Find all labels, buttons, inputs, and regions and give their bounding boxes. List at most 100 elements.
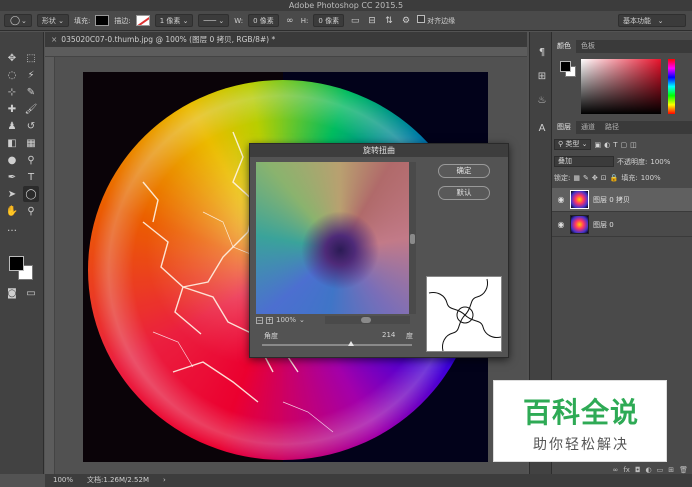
panel-foreground-color[interactable] <box>560 61 571 72</box>
close-icon[interactable]: × <box>51 35 57 44</box>
eraser-icon[interactable]: ◧ <box>4 135 20 151</box>
group-icon[interactable]: ▭ <box>657 466 664 474</box>
dialog-title[interactable]: 旋转扭曲 <box>250 144 508 157</box>
blur-icon[interactable]: ● <box>4 152 20 168</box>
lock-all-icon[interactable]: 🔒 <box>610 174 619 182</box>
opacity-field[interactable]: 100% <box>650 158 670 166</box>
quick-mask-icon[interactable]: ◙ <box>4 285 20 301</box>
ok-button[interactable]: 确定 <box>438 164 490 178</box>
layer-name[interactable]: 图层 0 拷贝 <box>593 195 630 205</box>
shape-mode-select[interactable]: 形状 ⌄ <box>36 14 69 27</box>
zoom-level[interactable]: 100% <box>53 474 73 487</box>
foreground-color[interactable] <box>9 256 24 271</box>
adjustment-layer-icon[interactable]: ◐ <box>646 466 652 474</box>
tab-channels[interactable]: 通道 <box>576 121 600 134</box>
marquee-icon[interactable]: ⬚ <box>23 50 39 66</box>
preview-vertical-scrollbar[interactable] <box>409 162 416 314</box>
preview-horizontal-scrollbar[interactable] <box>325 316 410 324</box>
gradient-icon[interactable]: ▦ <box>23 135 39 151</box>
tab-swatches[interactable]: 色板 <box>576 40 600 53</box>
link-icon[interactable]: ∞ <box>284 15 296 27</box>
lock-move-icon[interactable]: ✥ <box>592 174 598 182</box>
filter-smart-icon[interactable]: ◫ <box>630 141 637 149</box>
fill-field[interactable]: 100% <box>641 174 661 182</box>
status-menu-icon[interactable]: › <box>163 474 166 487</box>
kind-filter-select[interactable]: ⚲ 类型 ⌄ <box>554 139 592 150</box>
magic-wand-icon[interactable]: ⚡ <box>23 67 39 83</box>
tab-color[interactable]: 颜色 <box>552 40 576 53</box>
more-icon[interactable]: … <box>4 220 20 236</box>
gear-icon[interactable]: ⚙ <box>400 15 412 27</box>
eye-icon[interactable]: ◉ <box>556 195 566 204</box>
type-icon[interactable]: T <box>23 169 39 185</box>
layer-row[interactable]: ◉ 图层 0 拷贝 <box>552 188 692 212</box>
path-operations-icon[interactable]: ▭ <box>349 15 361 27</box>
tab-layers[interactable]: 图层 <box>552 121 576 134</box>
scroll-thumb[interactable] <box>361 317 371 323</box>
default-button[interactable]: 默认 <box>438 186 490 200</box>
zoom-out-button[interactable]: − <box>256 316 263 324</box>
stroke-type-select[interactable]: ─── ⌄ <box>198 14 230 27</box>
stroke-swatch[interactable] <box>135 15 150 26</box>
eyedropper-icon[interactable]: ✎ <box>23 84 39 100</box>
mask-icon[interactable]: ◘ <box>635 466 641 474</box>
dodge-icon[interactable]: ⚲ <box>23 152 39 168</box>
workspace-select[interactable]: 基本功能 ⌄ <box>618 14 686 27</box>
stamp-icon[interactable]: ♟ <box>4 118 20 134</box>
align-edges-checkbox[interactable]: 对齐边缘 <box>417 15 455 26</box>
zoom-in-button[interactable]: + <box>266 316 273 324</box>
pen-icon[interactable]: ✒ <box>4 169 20 185</box>
paragraph-icon[interactable]: ¶ <box>534 44 550 60</box>
adjustments-icon[interactable]: ♨ <box>534 92 550 108</box>
filter-type-icon[interactable]: T <box>613 141 617 149</box>
zoom-dropdown-icon[interactable]: ⌄ <box>299 316 305 324</box>
hue-slider[interactable] <box>668 59 675 114</box>
link-icon[interactable]: ∞ <box>613 466 619 474</box>
angle-value-field[interactable]: 214 <box>382 331 395 339</box>
lock-artboard-icon[interactable]: ⊡ <box>601 174 607 182</box>
h-field[interactable]: 0 像素 <box>313 14 345 27</box>
lock-brush-icon[interactable]: ✎ <box>583 174 589 182</box>
layer-row[interactable]: ◉ 图层 0 <box>552 213 692 237</box>
zoom-icon[interactable]: ⚲ <box>23 203 39 219</box>
angle-row: 角度 214 度 <box>264 331 416 341</box>
hand-icon[interactable]: ✋ <box>4 203 20 219</box>
stroke-size-field[interactable]: 1 像素 ⌄ <box>154 14 194 27</box>
filter-shape-icon[interactable]: ▢ <box>620 141 627 149</box>
eye-icon[interactable]: ◉ <box>556 220 566 229</box>
trash-icon[interactable]: 🗑 <box>679 466 688 474</box>
tab-paths[interactable]: 路径 <box>600 121 624 134</box>
libraries-icon[interactable]: ⊞ <box>534 68 550 84</box>
move-icon[interactable]: ✥ <box>4 50 20 66</box>
history-brush-icon[interactable]: ↺ <box>23 118 39 134</box>
layer-name[interactable]: 图层 0 <box>593 220 614 230</box>
blend-mode-select[interactable]: 叠加 <box>554 156 614 167</box>
screen-mode-icon[interactable]: ▭ <box>23 285 39 301</box>
workspace-label: 基本功能 <box>623 16 651 25</box>
new-layer-icon[interactable]: ⊞ <box>668 466 674 474</box>
crop-icon[interactable]: ⊹ <box>4 84 20 100</box>
fill-swatch[interactable] <box>95 15 110 26</box>
angle-slider[interactable] <box>262 341 412 346</box>
path-alignment-icon[interactable]: ⊟ <box>366 15 378 27</box>
tool-preset-picker[interactable]: ◯ ⌄ <box>4 14 32 27</box>
scroll-thumb[interactable] <box>410 234 415 244</box>
character-icon[interactable]: A <box>534 120 550 136</box>
angle-slider-thumb[interactable] <box>347 341 354 346</box>
stroke-label: 描边: <box>114 16 131 25</box>
fx-icon[interactable]: fx <box>623 466 630 474</box>
filter-pixel-icon[interactable]: ▣ <box>594 141 601 149</box>
filter-adjust-icon[interactable]: ◐ <box>604 141 610 149</box>
color-picker-field[interactable] <box>581 59 661 114</box>
w-field[interactable]: 0 像素 <box>248 14 279 27</box>
healing-icon[interactable]: ✚ <box>4 101 20 117</box>
lasso-icon[interactable]: ◌ <box>4 67 20 83</box>
brush-icon[interactable]: 🖌 <box>23 101 39 117</box>
options-bar: ◯ ⌄ 形状 ⌄ 填充: 描边: 1 像素 ⌄ ─── ⌄ W: 0 像素 ∞ H… <box>0 11 692 31</box>
ellipse-icon[interactable]: ◯ <box>23 186 39 202</box>
path-select-icon[interactable]: ➤ <box>4 186 20 202</box>
lock-transparent-icon[interactable]: ▦ <box>573 174 580 182</box>
filter-preview[interactable] <box>256 162 409 314</box>
document-tab[interactable]: × 035020C07-0.thumb.jpg @ 100% (图层 0 拷贝, … <box>45 32 527 47</box>
path-arrange-icon[interactable]: ⇅ <box>383 15 395 27</box>
